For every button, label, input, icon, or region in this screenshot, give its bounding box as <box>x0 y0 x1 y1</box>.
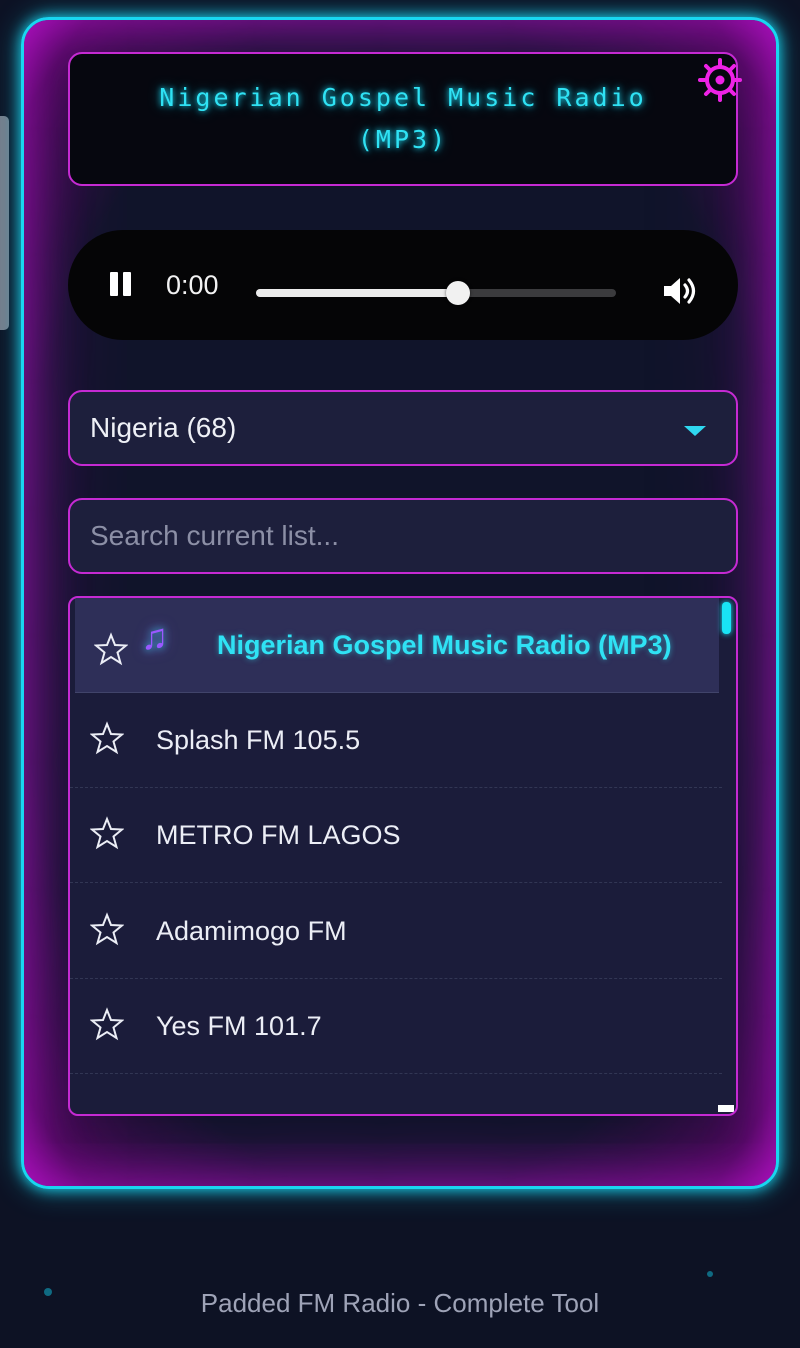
station-name: METRO FM LAGOS <box>156 819 401 850</box>
music-note-icon: ♫ <box>141 616 168 657</box>
station-list: ♫ Nigerian Gospel Music Radio (MP3) Spla… <box>68 596 738 1116</box>
page-title: Nigerian Gospel Music Radio (MP3) <box>159 83 647 154</box>
station-row[interactable]: Adamimogo FM <box>70 884 722 979</box>
list-scrollbar[interactable] <box>722 602 731 634</box>
search-input[interactable] <box>68 498 738 574</box>
pause-icon[interactable] <box>108 272 136 302</box>
station-name: Adamimogo FM <box>156 915 347 946</box>
country-select-value: Nigeria (68) <box>90 412 237 443</box>
side-drawer-handle[interactable] <box>0 116 9 330</box>
station-name: Yes FM 101.7 <box>156 1010 322 1041</box>
station-row[interactable]: Splash FM 105.5 <box>70 693 722 788</box>
current-time: 0:00 <box>166 270 219 300</box>
now-playing-header: Nigerian Gospel Music Radio (MP3) <box>68 52 738 186</box>
star-outline-icon[interactable] <box>90 721 124 755</box>
station-row-active[interactable]: ♫ Nigerian Gospel Music Radio (MP3) <box>75 598 719 693</box>
decorative-dot <box>707 1271 713 1277</box>
star-outline-icon[interactable] <box>90 1007 124 1041</box>
footer-text: Padded FM Radio - Complete Tool <box>200 1288 600 1318</box>
station-row[interactable]: METRO FM LAGOS <box>70 788 722 883</box>
country-select[interactable]: Nigeria (68) <box>68 390 738 466</box>
seek-thumb[interactable] <box>445 281 470 305</box>
gear-icon[interactable] <box>696 56 744 104</box>
station-name: Splash FM 105.5 <box>156 724 361 755</box>
chevron-down-icon <box>684 426 706 436</box>
seek-bar-progress <box>256 289 458 297</box>
volume-icon[interactable] <box>662 274 700 308</box>
star-outline-icon[interactable] <box>90 912 124 946</box>
list-scrollbar-end <box>718 1105 734 1112</box>
star-outline-icon[interactable] <box>94 632 128 666</box>
station-name: Nigerian Gospel Music Radio (MP3) <box>217 629 672 660</box>
station-row[interactable]: Yes FM 101.7 <box>70 979 722 1074</box>
app-frame: Nigerian Gospel Music Radio (MP3) 0:00 N… <box>21 17 779 1189</box>
audio-player: 0:00 <box>68 230 738 340</box>
seek-bar[interactable] <box>256 281 616 305</box>
star-outline-icon[interactable] <box>90 816 124 850</box>
